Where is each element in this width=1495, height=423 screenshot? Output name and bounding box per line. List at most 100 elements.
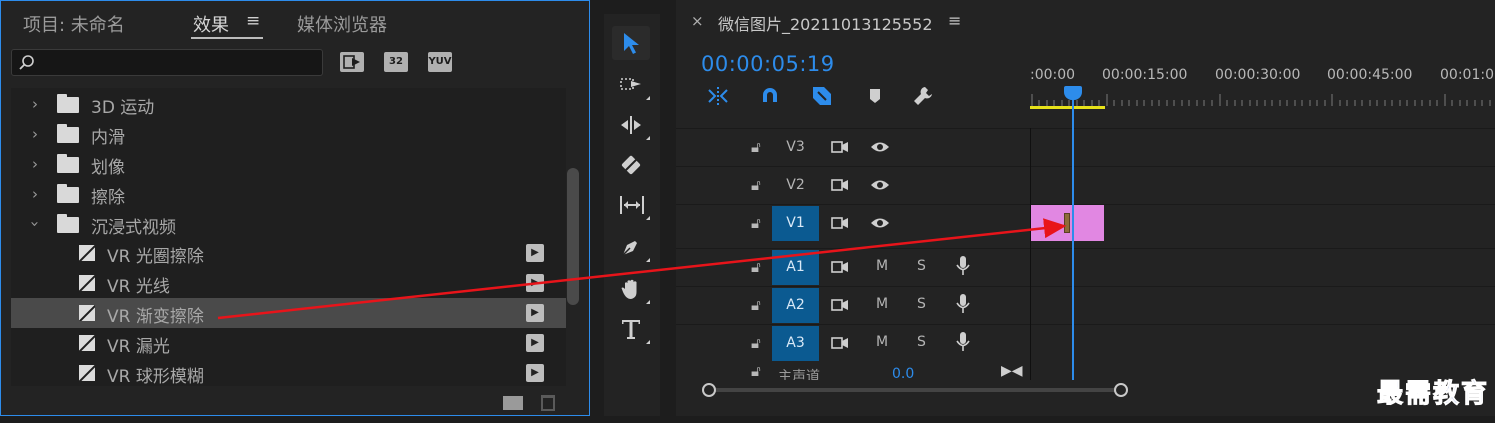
tab-media-browser[interactable]: 媒体浏览器 — [297, 11, 387, 37]
playhead-line — [1072, 88, 1074, 380]
snap-magnet-icon[interactable] — [758, 84, 782, 108]
solo-track-button[interactable]: S — [917, 258, 926, 274]
folder-row[interactable]: › 内滑 — [11, 119, 566, 149]
solo-track-button[interactable]: S — [917, 334, 926, 350]
zoom-scroll-end-handle[interactable] — [1114, 383, 1128, 397]
chevron-right-icon[interactable]: › — [32, 125, 38, 143]
32bit-filter-icon[interactable]: 32 — [384, 52, 408, 72]
mute-track-button[interactable]: M — [876, 334, 888, 350]
track-target-v1[interactable]: V1 — [772, 206, 819, 241]
accelerated-badge-icon: ▶ — [526, 364, 544, 382]
folder-row[interactable]: › 划像 — [11, 149, 566, 179]
accelerated-effects-filter-icon[interactable] — [340, 52, 364, 72]
tree-scrollbar[interactable] — [567, 168, 579, 305]
slip-tool[interactable] — [612, 188, 650, 222]
close-icon[interactable]: × — [691, 12, 704, 30]
tab-effects[interactable]: 效果 — [193, 11, 229, 37]
folder-row[interactable]: › 擦除 — [11, 179, 566, 209]
trash-icon[interactable] — [541, 395, 555, 411]
linked-selection-icon[interactable] — [810, 84, 834, 108]
folder-icon — [57, 94, 79, 113]
master-volume-value[interactable]: 0.0 — [892, 366, 914, 380]
time-ruler[interactable] — [1030, 88, 1495, 106]
mute-track-button[interactable]: M — [876, 296, 888, 312]
hand-tool[interactable] — [612, 272, 650, 306]
eye-icon[interactable] — [870, 215, 890, 231]
unlock-icon[interactable]: 🔓︎ — [751, 214, 761, 232]
effect-row[interactable]: VR 光线 ▶ — [11, 268, 566, 298]
ripple-edit-tool[interactable] — [612, 108, 650, 142]
panel-menu-icon[interactable]: ≡ — [246, 11, 260, 31]
sync-lock-icon[interactable] — [831, 298, 849, 312]
effect-row-selected[interactable]: VR 渐变擦除 ▶ — [11, 298, 566, 328]
selection-tool[interactable] — [612, 26, 650, 60]
type-tool[interactable] — [612, 312, 650, 346]
effect-row[interactable]: VR 光圈擦除 ▶ — [11, 238, 566, 268]
unlock-icon[interactable]: 🔓︎ — [751, 362, 761, 380]
folder-row[interactable]: › 3D 运动 — [11, 89, 566, 119]
transition-icon — [79, 335, 95, 351]
chevron-right-icon[interactable]: › — [32, 185, 38, 203]
tab-project[interactable]: 项目: 未命名 — [23, 11, 125, 37]
new-bin-icon[interactable] — [503, 396, 523, 410]
chevron-down-icon[interactable]: › — [26, 221, 44, 227]
unlock-icon[interactable]: 🔓︎ — [751, 176, 761, 194]
track-header-divider — [1030, 128, 1031, 380]
razor-tool[interactable] — [612, 148, 650, 182]
solo-track-button[interactable]: S — [917, 296, 926, 312]
video-clip[interactable] — [1031, 205, 1104, 241]
playhead-handle[interactable] — [1064, 86, 1082, 100]
track-target-a1[interactable]: A1 — [772, 250, 819, 285]
track-target-a3[interactable]: A3 — [772, 326, 819, 361]
timeline-menu-icon[interactable]: ≡ — [948, 11, 961, 30]
unlock-icon[interactable]: 🔓︎ — [751, 258, 761, 276]
track-select-tool[interactable] — [612, 68, 650, 102]
eye-icon[interactable] — [870, 139, 890, 155]
active-tab-underline — [191, 37, 263, 39]
microphone-icon[interactable] — [956, 255, 970, 277]
panel-tabs: 项目: 未命名 效果 ≡ 媒体浏览器 — [1, 1, 589, 43]
folder-row[interactable]: › 沉浸式视频 — [11, 209, 566, 239]
transition-icon — [79, 245, 95, 261]
zoom-scrollbar-track[interactable] — [708, 388, 1118, 392]
sync-lock-icon[interactable] — [831, 140, 849, 154]
ruler-label: 00:01:0 — [1440, 67, 1494, 83]
pen-tool[interactable] — [612, 230, 650, 264]
timeline-zoom-scrollbar[interactable] — [702, 382, 1128, 398]
unlock-icon[interactable]: 🔓︎ — [751, 138, 761, 156]
folder-label: 内滑 — [91, 128, 125, 148]
slip-icon — [620, 196, 644, 214]
yuv-filter-icon[interactable]: YUV — [428, 52, 452, 72]
tool-flyout-indicator — [646, 136, 650, 140]
playhead-timecode[interactable]: 00:00:05:19 — [701, 52, 835, 76]
nest-sequence-icon[interactable] — [706, 84, 730, 108]
mute-track-button[interactable]: M — [876, 258, 888, 274]
tool-flyout-indicator — [646, 258, 650, 262]
chevron-right-icon[interactable]: › — [32, 95, 38, 113]
eye-icon[interactable] — [870, 177, 890, 193]
zoom-scroll-start-handle[interactable] — [702, 383, 716, 397]
unlock-icon[interactable]: 🔓︎ — [751, 296, 761, 314]
effect-row[interactable]: VR 漏光 ▶ — [11, 328, 566, 358]
add-marker-icon[interactable] — [863, 84, 887, 108]
folder-icon — [57, 184, 79, 203]
track-target-v2[interactable]: V2 — [772, 168, 819, 203]
sync-lock-icon[interactable] — [831, 216, 849, 230]
work-area-bar[interactable] — [1030, 106, 1105, 109]
effect-row[interactable]: VR 球形模糊 ▶ — [11, 358, 566, 388]
sync-lock-icon[interactable] — [831, 336, 849, 350]
wrench-settings-icon[interactable] — [911, 84, 935, 108]
master-track-header: 🔓︎ 主声道 0.0 — [676, 360, 1030, 380]
sync-lock-icon[interactable] — [831, 178, 849, 192]
track-target-a2[interactable]: A2 — [772, 288, 819, 323]
microphone-icon[interactable] — [956, 331, 970, 353]
effects-search-input[interactable] — [11, 49, 323, 76]
zoom-to-sequence-icon[interactable]: ▶◀ — [1001, 363, 1023, 379]
microphone-icon[interactable] — [956, 293, 970, 315]
tool-flyout-indicator — [646, 96, 650, 100]
unlock-icon[interactable]: 🔓︎ — [751, 334, 761, 352]
chevron-right-icon[interactable]: › — [32, 155, 38, 173]
sync-lock-icon[interactable] — [831, 260, 849, 274]
sequence-title[interactable]: 微信图片_20211013125552 — [718, 11, 933, 35]
track-target-v3[interactable]: V3 — [772, 130, 819, 165]
